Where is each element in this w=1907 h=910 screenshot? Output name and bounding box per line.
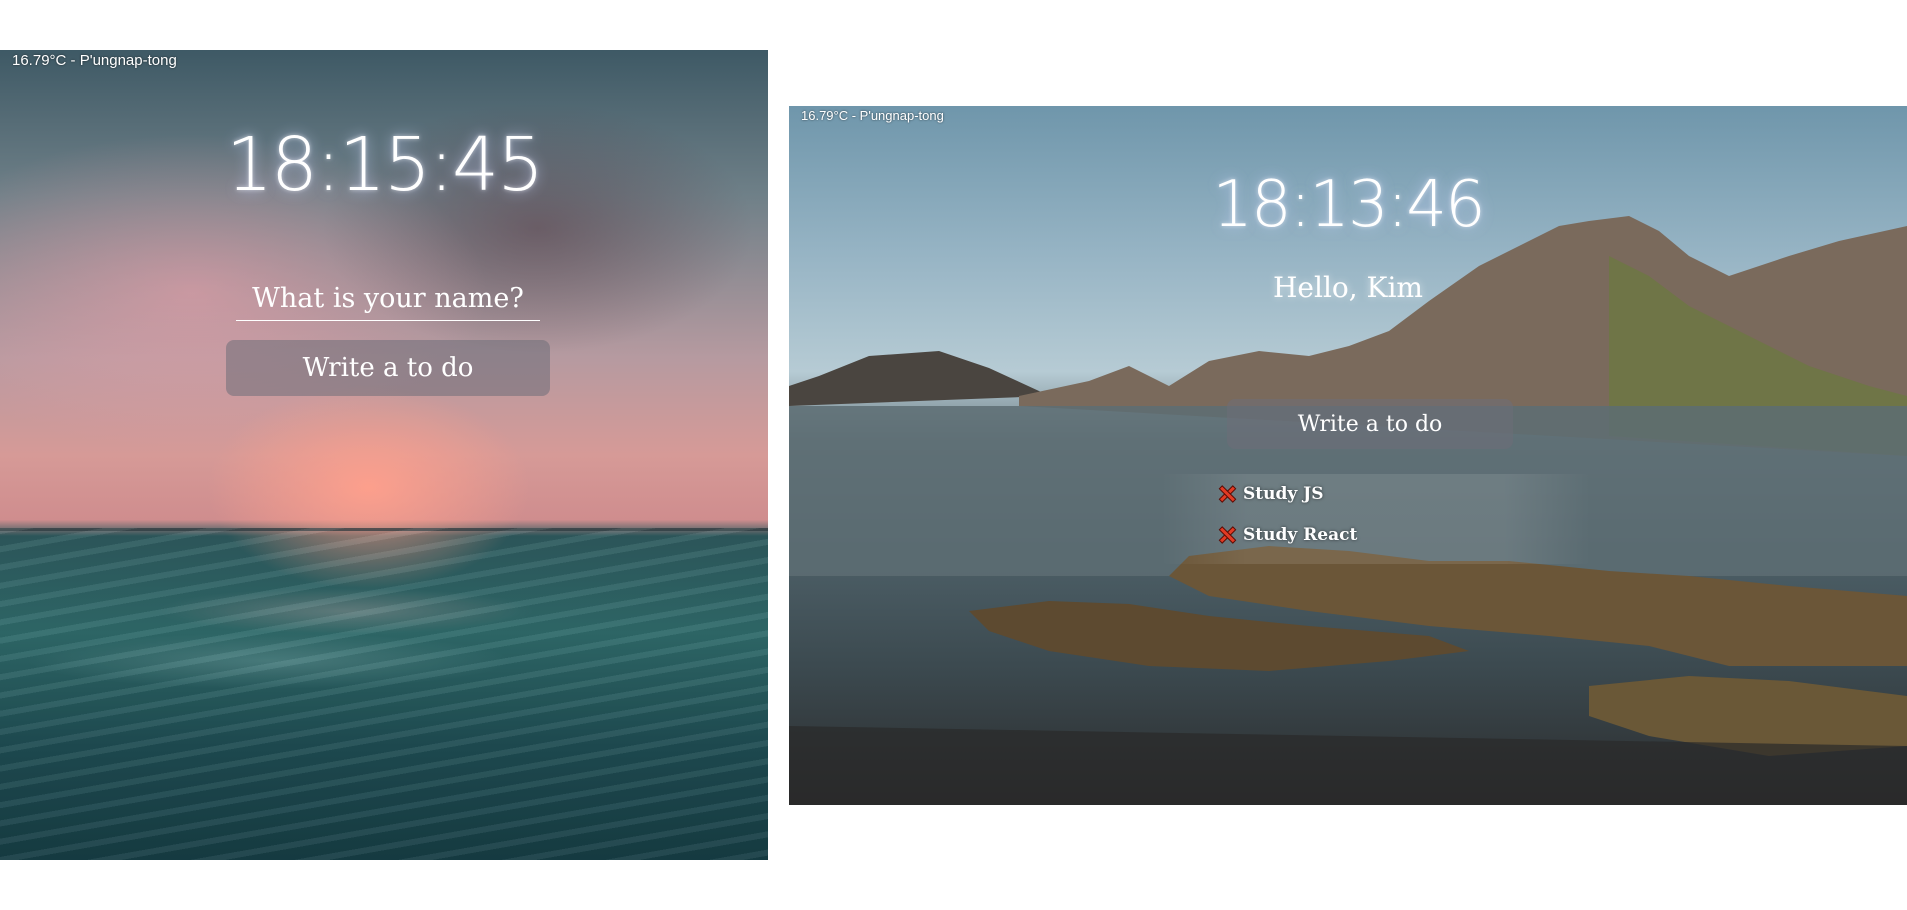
todo-item: Study React [1219,525,1357,545]
todo-input[interactable] [1227,399,1513,449]
red-x-icon[interactable] [1219,527,1235,543]
clock: 18:13:46 [1212,168,1485,242]
left-app-screen: 16.79°C - P'ungnap-tong 18:15:45 [0,50,768,860]
greeting: Hello, Kim [1273,271,1423,304]
todo-item: Study JS [1219,484,1324,504]
clock: 18:15:45 [225,122,544,208]
weather-text: 16.79°C - P'ungnap-tong [12,52,177,69]
name-input[interactable] [236,276,540,321]
todo-list: Study JS Study React [1161,474,1591,564]
todo-text: Study JS [1243,484,1324,504]
red-x-icon[interactable] [1219,486,1235,502]
right-app-screen: 16.79°C - P'ungnap-tong 18:13:46 Hello, … [789,106,1907,805]
weather-text: 16.79°C - P'ungnap-tong [801,108,944,123]
todo-input[interactable] [226,340,550,396]
mountain-left [789,351,1049,406]
todo-text: Study React [1243,525,1358,545]
ocean-waves [0,527,768,860]
